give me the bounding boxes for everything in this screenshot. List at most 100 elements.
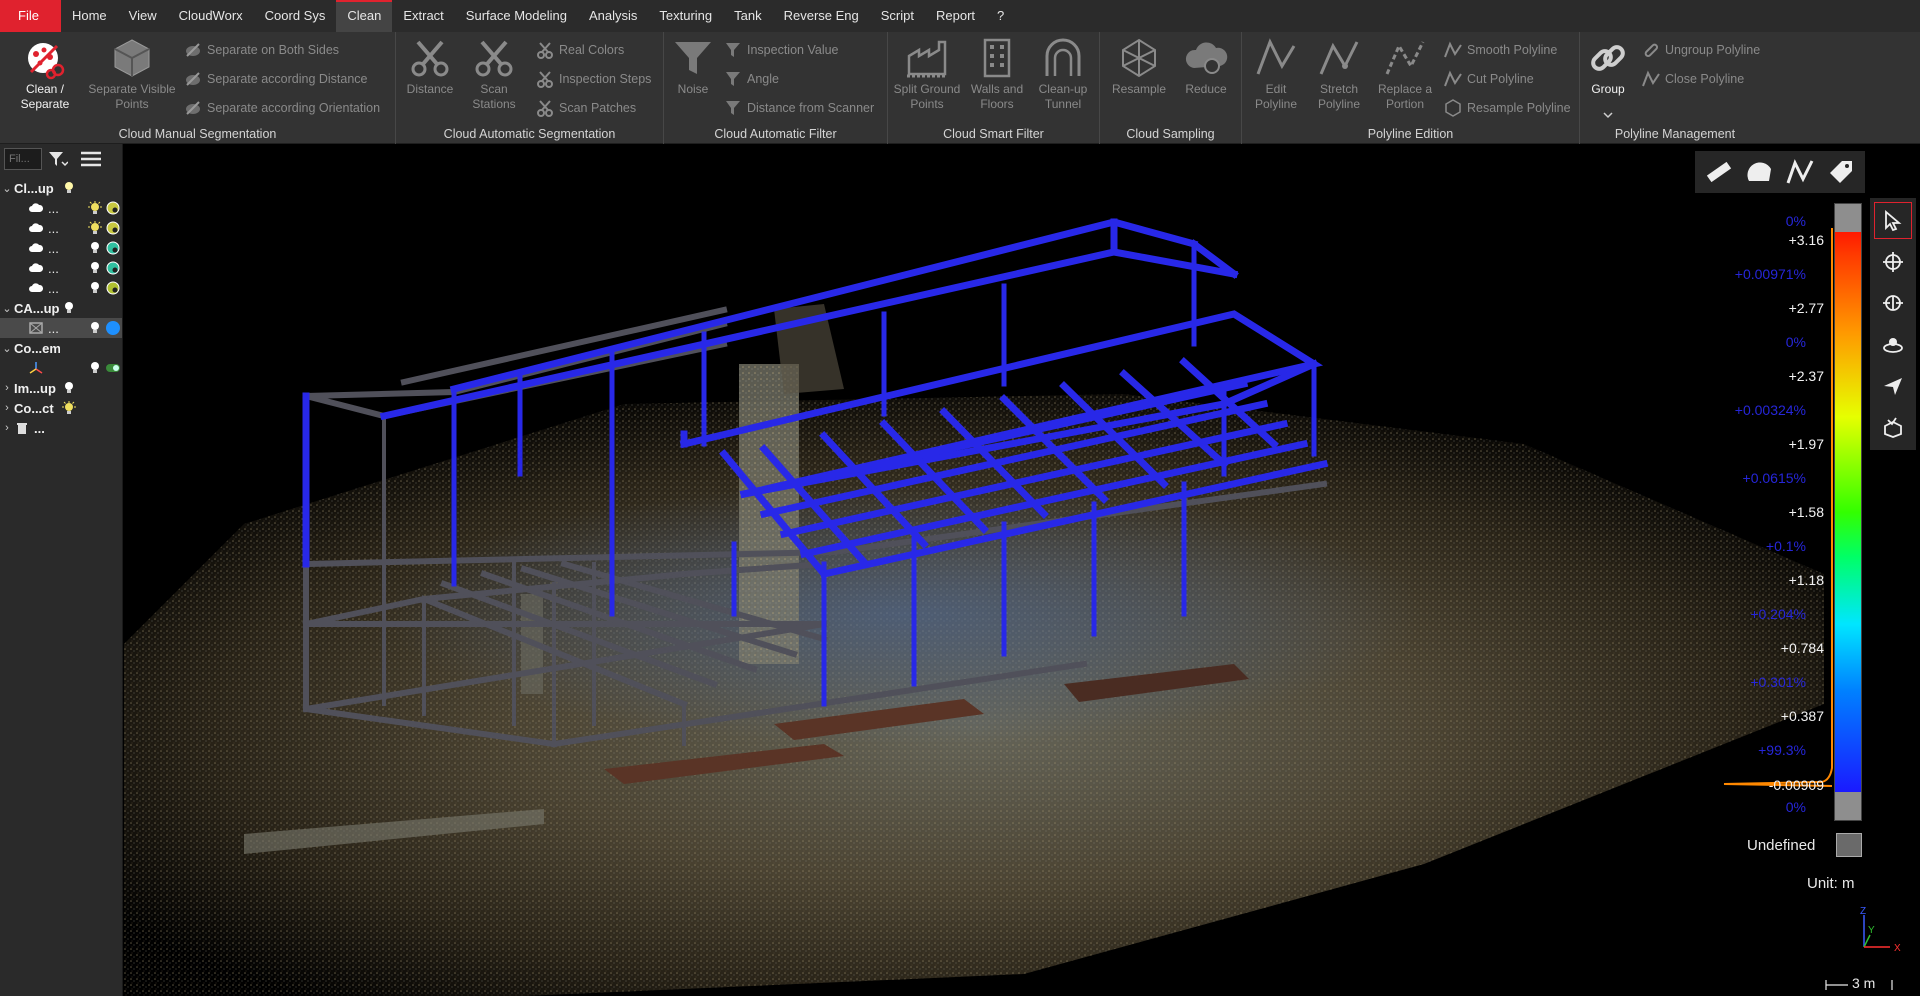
resample-polyline-button[interactable]: Resample Polyline [1444,98,1571,118]
walls-and-floors-button[interactable]: Walls and Floors [964,36,1030,112]
scan-stations-button[interactable]: Scan Stations [466,36,522,112]
menu-texturing[interactable]: Texturing [648,0,723,32]
cut-polyline-button[interactable]: Cut Polyline [1444,69,1534,89]
undefined-color-swatch[interactable] [1836,833,1862,857]
replace-portion-button[interactable]: Replace a Portion [1372,36,1438,112]
clean-separate-button[interactable]: Clean / Separate [10,36,80,112]
menu-surface-modeling[interactable]: Surface Modeling [455,0,578,32]
tree-node-cad-group[interactable]: ⌄ CA...up [0,298,122,318]
visibility-bulb-icon[interactable] [86,281,104,295]
edit-polyline-button[interactable]: Edit Polyline [1246,36,1306,112]
scissors-icon [537,71,553,88]
menu-script[interactable]: Script [870,0,925,32]
visibility-bulb-icon[interactable] [60,181,78,195]
reduce-button[interactable]: Reduce [1174,36,1238,97]
tree-node-axes[interactable] [0,358,122,378]
ruler-icon[interactable] [1701,154,1737,190]
menu-cloudworx[interactable]: CloudWorx [168,0,254,32]
expand-caret-icon[interactable]: ⌄ [0,342,14,355]
color-mode-icon[interactable] [104,241,122,255]
protractor-icon[interactable] [1742,154,1778,190]
tree-node-cloud[interactable]: ... [0,198,122,218]
separate-distance-button[interactable]: Separate according Distance [184,69,368,89]
split-ground-points-button[interactable]: Split Ground Points [892,36,962,112]
expand-caret-icon[interactable]: ⌄ [0,302,14,315]
resample-button[interactable]: Resample [1104,36,1174,97]
polyline-measure-icon[interactable] [1782,154,1818,190]
tree-node-cloud-group[interactable]: ⌄ Cl...up [0,178,122,198]
view-cube-icon[interactable] [1874,409,1912,446]
color-scale-bar[interactable] [1834,203,1862,821]
smooth-polyline-button[interactable]: Smooth Polyline [1444,40,1557,60]
3d-viewport[interactable] [124,144,1920,996]
menu-extract[interactable]: Extract [392,0,454,32]
tree-node-image-group[interactable]: › Im...up [0,378,122,398]
menu-reverse-eng[interactable]: Reverse Eng [773,0,870,32]
pan-icon[interactable] [1874,243,1912,280]
tag-icon[interactable] [1823,154,1859,190]
color-mode-icon[interactable] [104,320,122,336]
separate-both-sides-button[interactable]: Separate on Both Sides [184,40,339,60]
clean-up-tunnel-button[interactable]: Clean-up Tunnel [1030,36,1096,112]
expand-caret-icon[interactable]: › [0,402,14,414]
inspection-steps-button[interactable]: Inspection Steps [536,69,651,89]
stretch-polyline-button[interactable]: Stretch Polyline [1308,36,1370,112]
filter-icon[interactable] [48,150,68,168]
separate-orientation-button[interactable]: Separate according Orientation [184,98,380,118]
visibility-bulb-icon[interactable] [60,381,78,395]
color-mode-icon[interactable] [104,261,122,275]
chevron-down-icon[interactable] [1602,108,1614,119]
visibility-bulb-icon[interactable] [60,301,78,315]
distance-from-scanner-button[interactable]: Distance from Scanner [724,98,874,118]
color-mode-icon[interactable] [104,221,122,235]
noise-filter-button[interactable]: Noise [668,36,718,97]
separate-visible-points-button[interactable]: Separate Visible Points [84,36,180,112]
expand-caret-icon[interactable]: › [0,422,14,434]
visibility-bulb-icon[interactable] [86,361,104,375]
scale-pct-label: +0.204% [1750,606,1806,622]
menu-analysis[interactable]: Analysis [578,0,648,32]
expand-caret-icon[interactable]: ⌄ [0,182,14,195]
tree-node-trash[interactable]: › ... [0,418,122,438]
visibility-bulb-icon[interactable] [86,201,104,215]
inspection-value-button[interactable]: Inspection Value [724,40,839,60]
menu-coord-sys[interactable]: Coord Sys [254,0,337,32]
color-mode-icon[interactable] [104,201,122,215]
orbit-icon[interactable] [1874,326,1912,363]
toggle-icon[interactable] [104,363,122,373]
tree-node-cloud[interactable]: ... [0,258,122,278]
fly-icon[interactable] [1874,367,1912,404]
real-colors-button[interactable]: Real Colors [536,40,624,60]
menu-help[interactable]: ? [986,0,1015,32]
color-mode-icon[interactable] [104,281,122,295]
menu-tank[interactable]: Tank [723,0,772,32]
tree-filter-input[interactable] [4,148,42,170]
menu-view[interactable]: View [118,0,168,32]
menu-home[interactable]: Home [61,0,118,32]
tree-node-coordinate-system[interactable]: ⌄ Co...em [0,338,122,358]
tree-node-cloud[interactable]: ... [0,238,122,258]
tree-node-cloud[interactable]: ... [0,218,122,238]
select-cursor-icon[interactable] [1874,202,1912,240]
angle-filter-button[interactable]: Angle [724,69,779,89]
ungroup-polyline-button[interactable]: Ungroup Polyline [1642,40,1760,60]
tree-node-cloud[interactable]: ... [0,278,122,298]
expand-caret-icon[interactable]: › [0,382,14,394]
tree-node-cad-model[interactable]: ... [0,318,122,338]
menu-icon[interactable] [80,150,102,168]
menu-file[interactable]: File [0,0,61,32]
close-polyline-button[interactable]: Close Polyline [1642,69,1744,89]
visibility-bulb-icon[interactable] [86,241,104,255]
menu-report[interactable]: Report [925,0,986,32]
visibility-bulb-icon[interactable] [86,221,104,235]
point-cloud-scene[interactable] [124,144,1920,996]
visibility-bulb-icon[interactable] [86,261,104,275]
distance-segmentation-button[interactable]: Distance [404,36,456,97]
visibility-bulb-icon[interactable] [60,401,78,415]
group-button[interactable]: Group [1582,36,1634,97]
visibility-bulb-icon[interactable] [86,321,104,335]
menu-clean[interactable]: Clean [336,0,393,32]
zoom-extents-icon[interactable] [1874,285,1912,322]
tree-node-connection[interactable]: › Co...ct [0,398,122,418]
scan-patches-button[interactable]: Scan Patches [536,98,636,118]
